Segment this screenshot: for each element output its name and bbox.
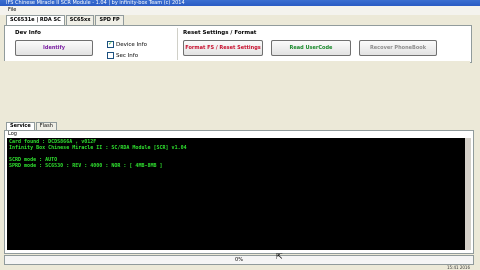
progress-text: 0% — [235, 257, 243, 263]
empty-area — [4, 61, 470, 123]
bottom-tabs: Service Flash — [6, 122, 58, 131]
identify-button[interactable]: Identify — [15, 40, 93, 56]
sec-info-check-icon[interactable] — [107, 52, 114, 59]
tab-flash[interactable]: Flash — [35, 122, 57, 130]
log-label: Log — [8, 131, 17, 137]
sec-info-label: Sec Info — [116, 52, 139, 59]
status-time: 15:41 2016 — [447, 265, 470, 270]
group-divider — [177, 28, 178, 60]
sec-info-checkbox[interactable]: Sec Info — [107, 52, 138, 59]
reset-settings-group: Reset Settings / Format Format FS / Rese… — [181, 28, 466, 60]
progress-bar: 0% — [4, 255, 474, 265]
device-info-checkbox[interactable]: Device Info — [107, 40, 147, 48]
dev-info-group: Dev Info Identify Device Info Sec Info — [11, 28, 176, 60]
menu-file[interactable]: File — [0, 7, 16, 13]
main-panel: Dev Info Identify Device Info Sec Info R… — [4, 25, 472, 63]
device-info-label: Device Info — [116, 41, 147, 48]
log-console[interactable]: Card found : DCDS866A , v012F Infinity B… — [7, 138, 471, 250]
log-line: SPRD mode : SC6530 : REV : 4000 : NOR : … — [9, 163, 163, 169]
dev-info-title: Dev Info — [15, 30, 41, 36]
device-info-check-icon[interactable] — [107, 40, 114, 48]
reset-settings-title: Reset Settings / Format — [183, 30, 257, 36]
log-line: Infinity Box Chinese Miracle II : SC/RDA… — [9, 145, 187, 151]
module-tabs: SC6531e | RDA SC SC65xx SPD FP — [6, 15, 125, 26]
menu-bar: File — [0, 6, 480, 15]
mouse-cursor-icon: ⇱ — [276, 252, 283, 261]
format-reset-button[interactable]: Format FS / Reset Settings — [183, 40, 263, 56]
read-usercode-button[interactable]: Read UserCode — [271, 40, 351, 56]
tab-spd-fp[interactable]: SPD FP — [95, 15, 124, 25]
tab-sc65xx[interactable]: SC65xx — [65, 15, 95, 25]
log-panel: Log Card found : DCDS866A , v012F Infini… — [4, 130, 474, 254]
recover-phonebook-button[interactable]: Recover PhoneBook — [359, 40, 437, 56]
status-bar: 15:41 2016 — [0, 265, 480, 270]
log-scrollbar[interactable] — [465, 138, 471, 250]
